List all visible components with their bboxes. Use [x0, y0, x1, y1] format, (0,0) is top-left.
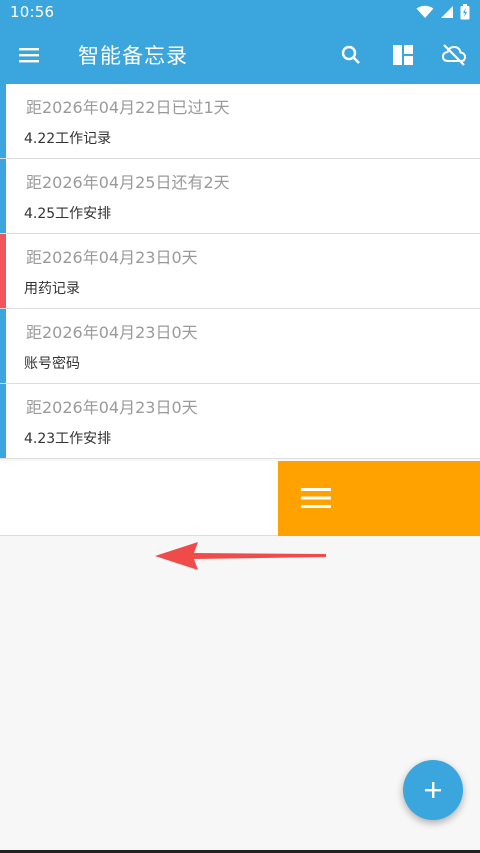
note-date: 距2026年04月22日已过1天	[26, 98, 230, 117]
cloud-off-icon[interactable]	[441, 42, 467, 68]
note-color-bar	[0, 234, 6, 308]
add-note-button[interactable]	[403, 760, 463, 820]
swipe-action-button[interactable]	[278, 461, 480, 536]
note-color-bar	[0, 309, 6, 383]
layout-icon[interactable]	[390, 42, 416, 68]
note-color-bar	[0, 159, 6, 233]
note-color-bar	[0, 84, 6, 158]
note-date: 距2026年04月23日0天	[26, 398, 198, 417]
swiped-note-row[interactable]	[0, 461, 480, 536]
note-date: 距2026年04月23日0天	[26, 248, 198, 267]
note-item[interactable]: 距2026年04月23日0天 账号密码	[0, 309, 480, 384]
status-bar: 10:56	[0, 0, 480, 26]
notes-list: 距2026年04月22日已过1天 4.22工作记录 距2026年04月25日还有…	[0, 84, 480, 459]
wifi-icon	[416, 5, 434, 18]
search-icon[interactable]	[338, 42, 364, 68]
signal-icon	[441, 6, 453, 18]
note-title: 用药记录	[24, 281, 80, 297]
note-item[interactable]: 距2026年04月23日0天 用药记录	[0, 234, 480, 309]
note-item[interactable]: 距2026年04月22日已过1天 4.22工作记录	[0, 84, 480, 159]
note-date: 距2026年04月25日还有2天	[26, 173, 230, 192]
note-color-bar	[0, 384, 6, 458]
note-date: 距2026年04月23日0天	[26, 323, 198, 342]
swipe-left-arrow-icon	[155, 542, 326, 570]
plus-icon	[425, 782, 441, 798]
status-icons	[416, 4, 470, 20]
app-title: 智能备忘录	[78, 44, 188, 68]
status-time: 10:56	[10, 3, 55, 21]
note-title: 账号密码	[24, 356, 80, 372]
drag-handle-icon	[301, 488, 331, 508]
note-item[interactable]: 距2026年04月25日还有2天 4.25工作安排	[0, 159, 480, 234]
note-title: 4.25工作安排	[24, 206, 112, 222]
app-bar: 智能备忘录	[0, 26, 480, 84]
note-title: 4.22工作记录	[24, 131, 112, 147]
note-title: 4.23工作安排	[24, 431, 112, 447]
menu-icon[interactable]	[16, 42, 42, 68]
battery-icon	[460, 4, 470, 20]
note-item[interactable]: 距2026年04月23日0天 4.23工作安排	[0, 384, 480, 459]
